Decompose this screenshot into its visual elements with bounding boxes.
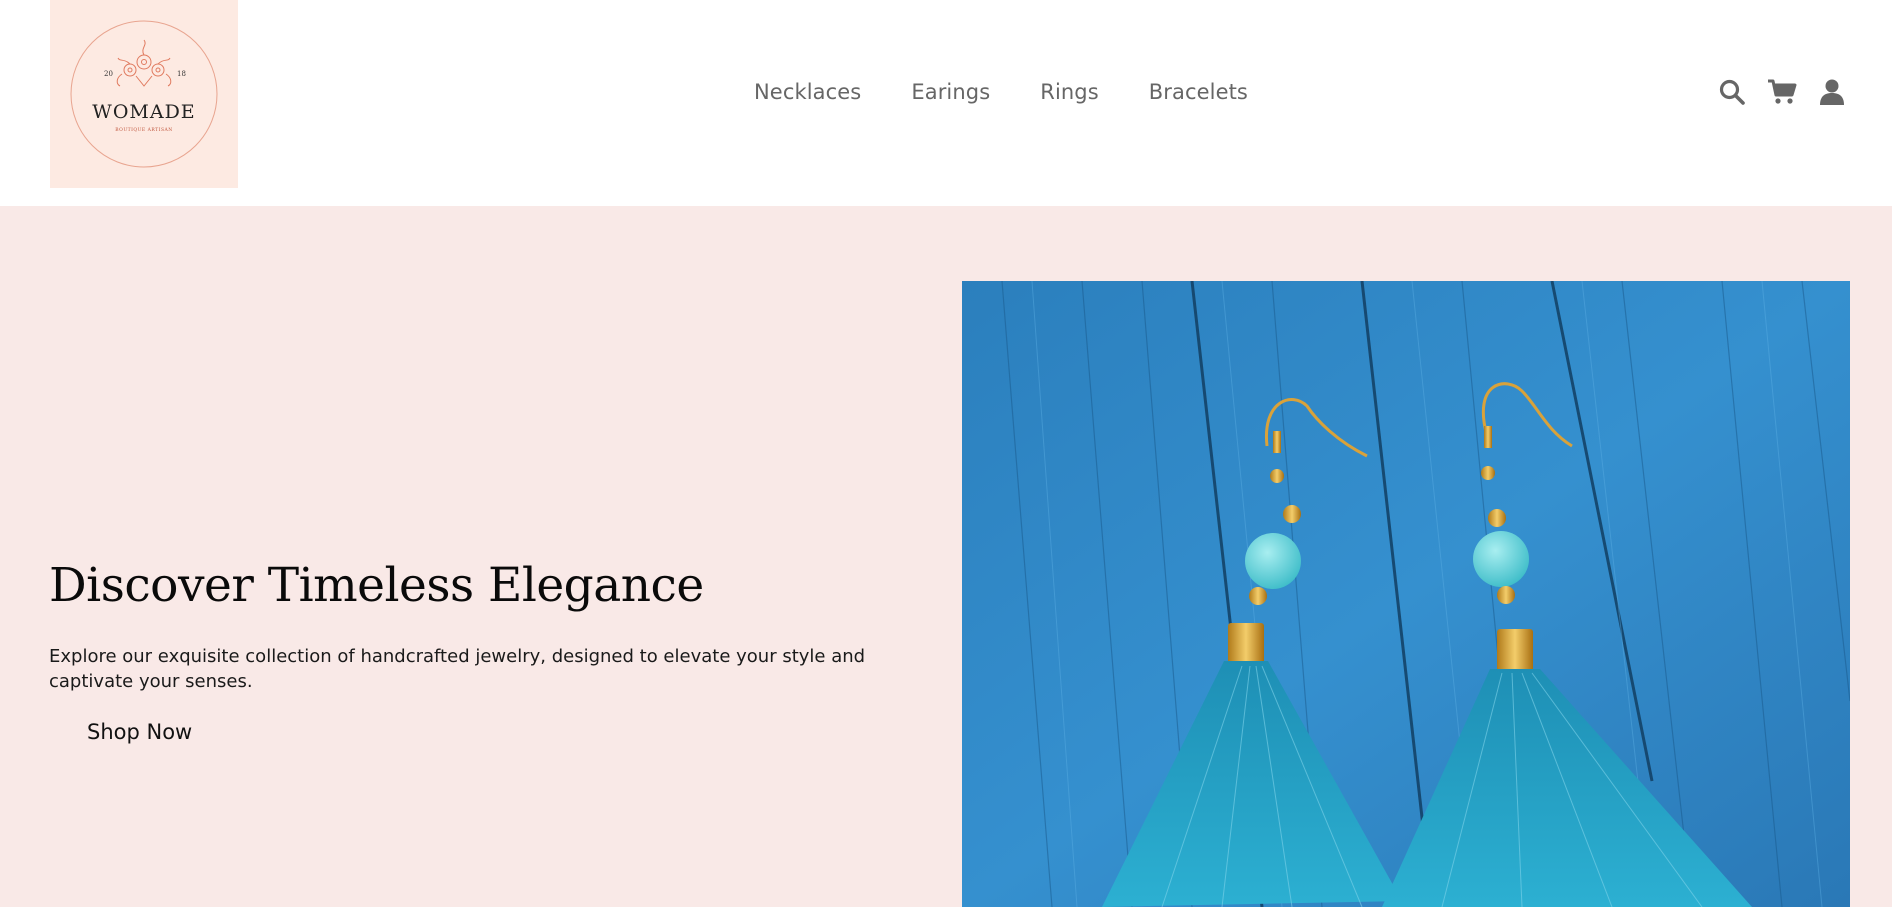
hero-section: Discover Timeless Elegance Explore our e…: [0, 206, 1892, 907]
account-button[interactable]: [1814, 76, 1850, 108]
hero-description: Explore our exquisite collection of hand…: [49, 646, 866, 692]
shop-now-button[interactable]: Shop Now: [49, 714, 230, 750]
logo-brand-text: WOMADE: [92, 101, 195, 123]
nav-item-earings[interactable]: Earings: [911, 80, 990, 104]
earrings-illustration: [962, 281, 1850, 907]
user-icon: [1820, 79, 1844, 105]
cart-button[interactable]: [1764, 76, 1800, 108]
logo-tagline: BOUTIQUE ARTISAN: [115, 127, 172, 133]
site-header: 20 18 WOMADE BOUTIQUE ARTISAN Necklaces …: [0, 0, 1892, 206]
nav-item-necklaces[interactable]: Necklaces: [754, 80, 861, 104]
logo-year-right: 18: [177, 70, 186, 78]
nav-item-rings[interactable]: Rings: [1040, 80, 1099, 104]
cart-icon: [1768, 79, 1797, 104]
logo-year-left: 20: [104, 70, 113, 78]
hero-product-image: [962, 281, 1850, 907]
nav-item-bracelets[interactable]: Bracelets: [1149, 80, 1248, 104]
search-button[interactable]: [1714, 76, 1750, 108]
logo-emblem: 20 18 WOMADE BOUTIQUE ARTISAN: [70, 20, 218, 168]
main-nav: Necklaces Earings Rings Bracelets: [754, 80, 1248, 104]
brand-logo[interactable]: 20 18 WOMADE BOUTIQUE ARTISAN: [50, 0, 238, 188]
hero-title: Discover Timeless Elegance: [49, 558, 704, 613]
header-icons: [1700, 76, 1850, 108]
search-icon: [1719, 79, 1745, 105]
